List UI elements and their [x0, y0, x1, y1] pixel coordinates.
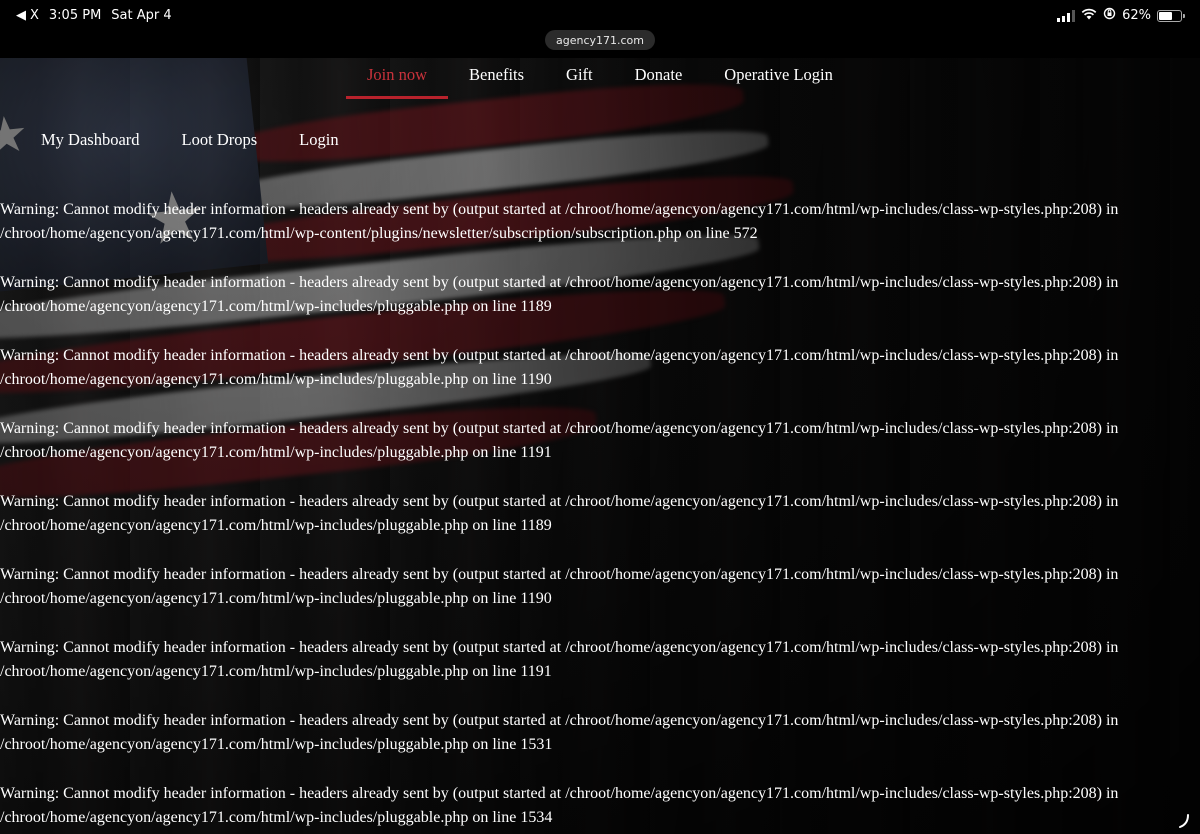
back-app-label: X — [30, 8, 39, 23]
warning-message: Warning: Cannot modify header informatio… — [0, 493, 1119, 534]
resize-handle-icon[interactable] — [1178, 814, 1190, 828]
battery-icon — [1157, 9, 1185, 22]
warning-message: Warning: Cannot modify header informatio… — [0, 712, 1119, 753]
warning-message: Warning: Cannot modify header informatio… — [0, 566, 1119, 607]
nav-loot-drops[interactable]: Loot Drops — [161, 130, 279, 150]
warning-message: Warning: Cannot modify header informatio… — [0, 347, 1119, 388]
orientation-lock-icon — [1103, 7, 1116, 24]
warning-message: Warning: Cannot modify header informatio… — [0, 420, 1119, 461]
nav-benefits[interactable]: Benefits — [448, 60, 545, 99]
php-warnings: Warning: Cannot modify header informatio… — [0, 198, 1185, 834]
back-triangle-icon: ◀ — [16, 8, 26, 23]
nav-gift[interactable]: Gift — [545, 60, 614, 99]
warning-message: Warning: Cannot modify header informatio… — [0, 201, 1119, 242]
url-text: agency171.com — [555, 33, 644, 47]
url-field[interactable]: agency171.com — [545, 30, 655, 50]
warning-message: Warning: Cannot modify header informatio… — [0, 639, 1119, 680]
nav-operative-login[interactable]: Operative Login — [703, 60, 854, 99]
status-date: Sat Apr 4 — [111, 8, 172, 23]
nav-my-dashboard[interactable]: My Dashboard — [20, 130, 161, 150]
battery-percent: 62% — [1122, 8, 1151, 23]
secondary-nav: My Dashboard Loot Drops Login — [20, 130, 360, 150]
warning-message: Warning: Cannot modify header informatio… — [0, 274, 1119, 315]
warning-message: Warning: Cannot modify header informatio… — [0, 785, 1119, 826]
nav-login[interactable]: Login — [278, 130, 359, 150]
web-page: ★ ★ Join now Benefits Gift Donate Operat… — [0, 58, 1200, 834]
wifi-icon — [1081, 8, 1097, 24]
nav-donate[interactable]: Donate — [614, 60, 704, 99]
status-time: 3:05 PM — [48, 8, 102, 23]
main-nav: Join now Benefits Gift Donate Operative … — [346, 60, 854, 99]
status-bar: ◀ X 3:05 PM Sat Apr 4 62% — [0, 0, 1200, 30]
cellular-signal-icon — [1057, 9, 1076, 22]
nav-join-now[interactable]: Join now — [346, 60, 449, 99]
back-to-app-button[interactable]: ◀ X — [16, 8, 39, 23]
browser-bar: agency171.com — [0, 30, 1200, 58]
